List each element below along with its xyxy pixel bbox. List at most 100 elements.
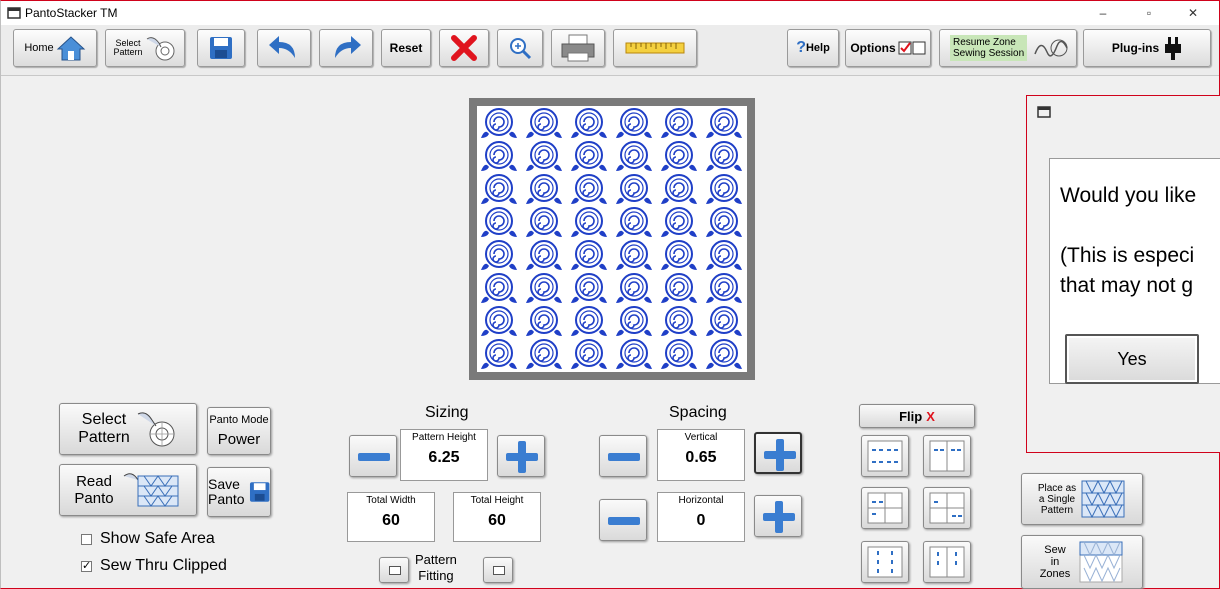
sew-in-zones-line2: in bbox=[1050, 556, 1060, 568]
swirl-motif bbox=[705, 273, 743, 304]
vertical-spacing-increase-button[interactable] bbox=[754, 432, 802, 474]
pattern-hand-icon bbox=[137, 412, 175, 447]
swirl-motif bbox=[480, 306, 518, 337]
dialog-line3: that may not g bbox=[1060, 274, 1194, 297]
place-single-text: Place as a Single Pattern bbox=[1038, 483, 1076, 516]
print-button[interactable] bbox=[551, 29, 605, 67]
read-panto-line2: Panto bbox=[74, 490, 114, 507]
place-single-pattern-button[interactable]: Place as a Single Pattern bbox=[1021, 473, 1143, 525]
swirl-motif bbox=[660, 339, 698, 370]
maximize-button[interactable]: ▫ bbox=[1129, 1, 1169, 25]
read-panto-text: Read Panto bbox=[74, 473, 113, 507]
swirl-motif bbox=[705, 339, 743, 370]
swirl-motif bbox=[660, 240, 698, 271]
pattern-fitting-label: Pattern Fitting bbox=[415, 552, 457, 584]
close-button[interactable]: ✕ bbox=[1173, 1, 1213, 25]
place-single-line2: a Single bbox=[1038, 493, 1076, 505]
panto-grid-icon bbox=[1081, 479, 1125, 519]
show-safe-area-checkbox[interactable]: Show Safe Area bbox=[81, 530, 215, 548]
redo-button[interactable] bbox=[319, 29, 373, 67]
flip-option-rows-all[interactable] bbox=[861, 435, 909, 477]
total-height-field[interactable]: Total Height 60 bbox=[453, 492, 541, 542]
vertical-spacing-field[interactable]: Vertical 0.65 bbox=[657, 429, 745, 481]
sew-thru-clipped-checkbox[interactable]: ✓ Sew Thru Clipped bbox=[81, 557, 227, 575]
undo-button[interactable] bbox=[257, 29, 311, 67]
swirl-motif bbox=[615, 108, 653, 139]
resume-zone-button[interactable]: Resume Zone Sewing Session bbox=[939, 29, 1077, 67]
sew-in-zones-line3: Zones bbox=[1039, 568, 1071, 580]
save-button[interactable] bbox=[197, 29, 245, 67]
dialog-yes-button[interactable]: Yes bbox=[1065, 334, 1199, 384]
plus-icon-v bbox=[518, 441, 526, 473]
save-panto-line2: Panto bbox=[208, 491, 245, 507]
reset-label: Reset bbox=[389, 41, 423, 55]
show-safe-area-label: Show Safe Area bbox=[100, 530, 215, 547]
dialog-line2: (This is especi bbox=[1060, 244, 1195, 267]
sew-thru-clipped-box[interactable]: ✓ bbox=[81, 560, 92, 572]
plus-icon-v bbox=[775, 501, 783, 533]
flip-label: Flip bbox=[899, 408, 923, 424]
plug-icon bbox=[1165, 37, 1182, 60]
delete-button[interactable] bbox=[439, 29, 489, 67]
dialog-line1: Would you like bbox=[1060, 184, 1197, 207]
ruler-button[interactable] bbox=[613, 29, 697, 67]
close-icon: ✕ bbox=[1187, 6, 1199, 20]
floppy-disk-icon bbox=[249, 482, 270, 502]
flip-option-columns-top[interactable] bbox=[923, 435, 971, 477]
plugins-button[interactable]: Plug-ins bbox=[1083, 29, 1211, 67]
swirl-motif bbox=[615, 141, 653, 172]
pattern-height-decrease-button[interactable] bbox=[349, 435, 397, 477]
flip-button[interactable]: Flip X bbox=[859, 404, 975, 428]
minimize-button[interactable]: – bbox=[1083, 1, 1123, 25]
minus-icon bbox=[608, 517, 640, 525]
read-panto-button[interactable]: Read Panto bbox=[59, 464, 197, 516]
fitting-box-icon bbox=[389, 566, 401, 575]
toolbar-select-pattern-button[interactable]: Select Pattern bbox=[105, 29, 185, 67]
horizontal-spacing-decrease-button[interactable] bbox=[599, 499, 647, 541]
red-x-icon bbox=[451, 35, 477, 61]
minimize-icon: – bbox=[1099, 6, 1107, 20]
horizontal-spacing-increase-button[interactable] bbox=[754, 495, 802, 537]
pattern-height-value: 6.25 bbox=[428, 449, 460, 466]
resume-line1: Resume Zone bbox=[953, 37, 1016, 48]
vertical-spacing-decrease-button[interactable] bbox=[599, 435, 647, 477]
swirl-motif bbox=[705, 174, 743, 205]
show-safe-area-box[interactable] bbox=[81, 533, 92, 545]
reset-button[interactable]: Reset bbox=[381, 29, 431, 67]
select-pattern-button[interactable]: Select Pattern bbox=[59, 403, 197, 455]
flip-option-top-left[interactable] bbox=[861, 487, 909, 529]
flip-rows-icon bbox=[867, 440, 903, 472]
select-pattern-label: Select Pattern bbox=[113, 39, 142, 57]
pattern-preview[interactable] bbox=[469, 98, 755, 380]
swirl-motif bbox=[525, 174, 563, 205]
ruler-icon bbox=[625, 42, 685, 54]
total-width-field[interactable]: Total Width 60 bbox=[347, 492, 435, 542]
flip-option-bottom-right[interactable] bbox=[923, 487, 971, 529]
home-button[interactable]: Home bbox=[13, 29, 97, 67]
panto-mode-button[interactable]: Panto Mode Power bbox=[207, 407, 271, 455]
zoom-button[interactable] bbox=[497, 29, 543, 67]
sew-in-zones-button[interactable]: Sew in Zones bbox=[1021, 535, 1143, 589]
swirl-motif bbox=[660, 273, 698, 304]
flip-option-vertical-split[interactable] bbox=[923, 541, 971, 583]
swirl-motif bbox=[615, 273, 653, 304]
flip-option-vertical-all[interactable] bbox=[861, 541, 909, 583]
swirl-motif bbox=[705, 240, 743, 271]
options-button[interactable]: Options bbox=[845, 29, 931, 67]
swirl-motif bbox=[570, 174, 608, 205]
fitting-box-icon bbox=[493, 566, 505, 575]
save-panto-button[interactable]: Save Panto bbox=[207, 467, 271, 517]
pattern-height-increase-button[interactable] bbox=[497, 435, 545, 477]
pattern-height-label: Pattern Height bbox=[412, 432, 476, 443]
toolbar: Home Select Pattern Reset ? Help Options… bbox=[1, 25, 1219, 75]
help-button[interactable]: ? Help bbox=[787, 29, 839, 67]
swirl-motif bbox=[480, 207, 518, 238]
pattern-fitting-line2: Fitting bbox=[418, 568, 454, 583]
pattern-fitting-right-button[interactable] bbox=[483, 557, 513, 583]
pattern-fitting-left-button[interactable] bbox=[379, 557, 409, 583]
sew-in-zones-text: Sew in Zones bbox=[1040, 544, 1071, 580]
horizontal-spacing-field[interactable]: Horizontal 0 bbox=[657, 492, 745, 542]
pattern-height-field[interactable]: Pattern Height 6.25 bbox=[400, 429, 488, 481]
swirl-motif bbox=[525, 207, 563, 238]
place-single-line3: Pattern bbox=[1040, 504, 1074, 516]
